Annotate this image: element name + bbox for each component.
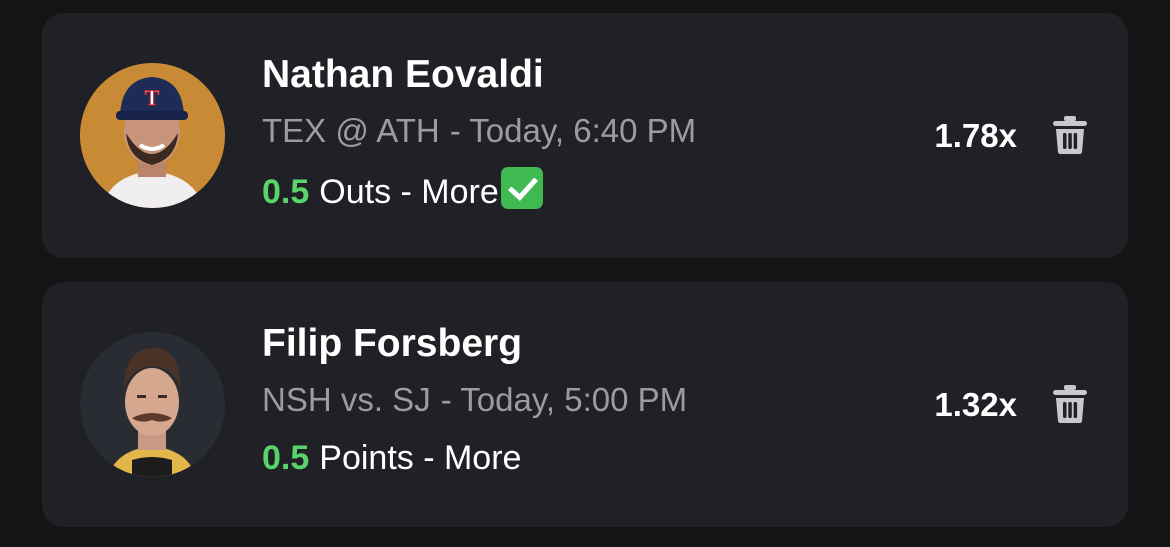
trash-icon[interactable] bbox=[1052, 115, 1088, 155]
svg-text:T: T bbox=[145, 85, 160, 110]
pick-card[interactable]: T Nathan Eovaldi TEX @ ATH - Today, 6:40 … bbox=[42, 13, 1128, 258]
check-mark-icon bbox=[500, 167, 543, 209]
player-name: Nathan Eovaldi bbox=[262, 53, 544, 96]
pick-line: 0.5 Outs - More bbox=[262, 167, 862, 214]
picks-list: T Nathan Eovaldi TEX @ ATH - Today, 6:40 … bbox=[0, 0, 1170, 547]
line-value: 0.5 bbox=[262, 439, 310, 477]
trash-icon[interactable] bbox=[1052, 384, 1088, 424]
pick-info: Filip Forsberg NSH vs. SJ - Today, 5:00 P… bbox=[262, 320, 862, 480]
game-info: TEX @ ATH - Today, 6:40 PM bbox=[262, 111, 862, 151]
player-avatar bbox=[80, 332, 225, 477]
pick-info: Nathan Eovaldi TEX @ ATH - Today, 6:40 PM… bbox=[262, 51, 862, 214]
line-value: 0.5 bbox=[262, 173, 310, 211]
player-name: Filip Forsberg bbox=[262, 322, 523, 365]
payout-multiplier: 1.78x bbox=[934, 117, 1017, 154]
pick-line: 0.5 Points - More bbox=[262, 436, 862, 480]
pick-card[interactable]: Filip Forsberg NSH vs. SJ - Today, 5:00 P… bbox=[42, 282, 1128, 527]
game-time: - Today, 6:40 PM bbox=[449, 112, 697, 149]
stat-label: Points - More bbox=[319, 439, 522, 477]
payout-multiplier: 1.32x bbox=[934, 386, 1017, 423]
stat-label: Outs - More bbox=[319, 173, 499, 211]
game-matchup: NSH vs. SJ bbox=[262, 381, 431, 418]
player-avatar: T bbox=[80, 63, 225, 208]
game-time: - Today, 5:00 PM bbox=[440, 381, 688, 418]
game-matchup: TEX @ ATH bbox=[262, 112, 440, 149]
game-info: NSH vs. SJ - Today, 5:00 PM bbox=[262, 380, 862, 420]
